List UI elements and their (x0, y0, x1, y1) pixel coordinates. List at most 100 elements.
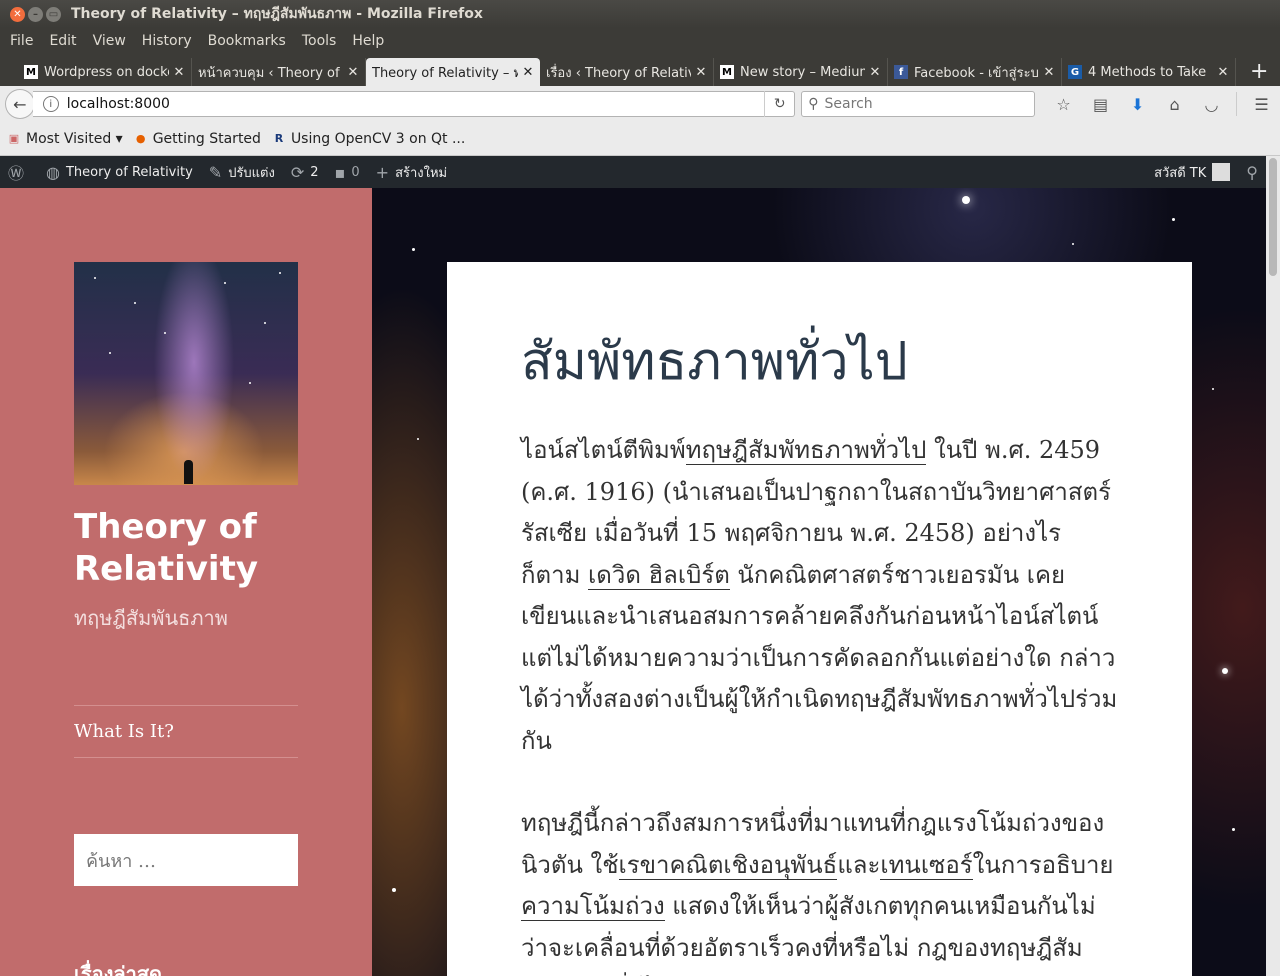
admin-new-label: สร้างใหม่ (395, 165, 448, 181)
url-bar[interactable]: i localhost:8000 ↻ (32, 91, 796, 117)
navigation-bar: ← i localhost:8000 ↻ ⚲ Search ☆ ▤ ⬇ ⌂ ◡ … (0, 86, 1280, 122)
link-tensor[interactable]: เทนเซอร์ (880, 850, 973, 880)
admin-comments-count: 0 (351, 164, 360, 180)
tab-theory-of-relativity[interactable]: Theory of Relativity – ทฤษ ✕ (366, 58, 540, 86)
hamburger-menu-icon[interactable]: ☰ (1243, 95, 1280, 114)
link-differential-geometry[interactable]: เรขาคณิตเชิงอนุพันธ์ (618, 850, 838, 880)
bookmark-label: Most Visited ▾ (26, 130, 123, 147)
recent-posts-heading: เรื่องล่าสุด (74, 962, 163, 976)
sidebar-search-input[interactable]: ค้นหา … (74, 834, 298, 886)
page-content: Theory of Relativity ทฤษฎีสัมพันธภาพ Wha… (0, 188, 1266, 976)
tab-facebook[interactable]: f Facebook - เข้าสู่ระบบ ✕ (888, 58, 1062, 86)
menu-view[interactable]: View (85, 33, 134, 49)
site-title[interactable]: Theory of Relativity (74, 506, 334, 590)
search-input[interactable]: ⚲ Search (801, 91, 1036, 117)
reader-list-icon[interactable]: ▤ (1082, 95, 1119, 114)
close-tab-icon[interactable]: ✕ (522, 65, 534, 80)
tab-title: Wordpress on docker (44, 64, 169, 80)
sidebar: Theory of Relativity ทฤษฎีสัมพันธภาพ Wha… (0, 188, 372, 976)
admin-updates[interactable]: ⟳ 2 (283, 156, 327, 188)
tab-4-methods[interactable]: G 4 Methods to Take ✕ (1062, 58, 1236, 86)
close-window-icon[interactable]: ✕ (10, 6, 25, 22)
admin-updates-count: 2 (310, 164, 319, 180)
menu-bookmarks[interactable]: Bookmarks (200, 33, 294, 49)
admin-account[interactable]: สวัสดี TK (1146, 156, 1238, 188)
tab-medium-new-story[interactable]: M New story – Medium ✕ (714, 58, 888, 86)
download-icon[interactable]: ⬇ (1119, 95, 1156, 114)
wordpress-icon: Ⓦ (8, 164, 25, 183)
search-icon: ⚲ (808, 96, 819, 112)
person-silhouette (184, 460, 193, 484)
site-icon: G (1068, 65, 1082, 79)
article-body: ไอน์สไตน์ตีพิมพ์ทฤษฎีสัมพัทธภาพทั่วไป ใน… (521, 430, 1118, 976)
tab-posts[interactable]: เรื่อง ‹ Theory of Relativity ✕ (540, 58, 714, 86)
wordpress-logo[interactable]: Ⓦ (0, 156, 38, 188)
link-david-hilbert[interactable]: เดวิด ฮิลเบิร์ต (588, 560, 730, 590)
tab-title: 4 Methods to Take (1088, 64, 1207, 80)
avatar (1212, 163, 1231, 181)
tab-title: New story – Medium (740, 64, 865, 80)
link-general-relativity[interactable]: ทฤษฎีสัมพัทธภาพทั่วไป (685, 436, 927, 465)
reload-icon[interactable]: ↻ (764, 91, 794, 117)
page-title: สัมพัทธภาพทั่วไป (521, 332, 908, 392)
text-segment: ในการอธิบาย (972, 850, 1114, 879)
menu-help[interactable]: Help (344, 33, 392, 49)
menu-history[interactable]: History (134, 33, 200, 49)
page-scrollbar[interactable] (1266, 156, 1280, 976)
admin-customize[interactable]: ✎ ปรับแต่ง (201, 156, 283, 188)
new-tab-icon[interactable]: + (1250, 58, 1268, 86)
admin-greeting: สวัสดี TK (1154, 165, 1207, 181)
plus-icon: + (375, 162, 390, 182)
close-tab-icon[interactable]: ✕ (695, 65, 707, 80)
back-arrow-icon[interactable]: ← (5, 89, 35, 119)
text-segment: และ (837, 850, 881, 879)
wp-admin-bar: Ⓦ ◍ Theory of Relativity ✎ ปรับแต่ง ⟳ 2 … (0, 156, 1266, 188)
admin-comments[interactable]: ▪ 0 (327, 156, 368, 188)
window-titlebar: ✕ – ▭ Theory of Relativity – ทฤษฎีสัมพัน… (0, 0, 1280, 28)
close-tab-icon[interactable]: ✕ (1043, 65, 1055, 80)
close-tab-icon[interactable]: ✕ (869, 65, 881, 80)
paragraph-2: ทฤษฎีนี้กล่าวถึงสมการหนึ่งที่มาแทนที่กฎแ… (521, 803, 1118, 976)
scrollbar-thumb[interactable] (1269, 158, 1277, 276)
toolbar-divider (1236, 92, 1238, 116)
search-placeholder: Search (824, 96, 873, 112)
maximize-window-icon[interactable]: ▭ (46, 6, 61, 22)
link-gravity[interactable]: ความโน้มถ่วง (521, 892, 665, 921)
close-tab-icon[interactable]: ✕ (347, 65, 359, 80)
medium-icon: M (720, 65, 734, 79)
comment-icon: ▪ (334, 162, 346, 182)
bookmark-most-visited[interactable]: ▣ Most Visited ▾ (6, 131, 123, 147)
admin-search[interactable]: ⚲ (1238, 156, 1266, 188)
close-tab-icon[interactable]: ✕ (173, 65, 185, 80)
close-tab-icon[interactable]: ✕ (1217, 65, 1229, 80)
sidebar-item-what-is-it[interactable]: What Is It? (74, 721, 174, 742)
menu-bar: File Edit View History Bookmarks Tools H… (0, 28, 1280, 54)
tab-wordpress-docker[interactable]: M Wordpress on docker ✕ (18, 58, 192, 86)
tab-title: เรื่อง ‹ Theory of Relativity (546, 65, 691, 81)
bookmarks-toolbar: ▣ Most Visited ▾ ● Getting Started R Usi… (0, 122, 1280, 156)
search-icon: ⚲ (1246, 162, 1258, 182)
menu-file[interactable]: File (2, 33, 41, 49)
dashboard-icon: ◍ (46, 162, 60, 182)
url-text[interactable]: localhost:8000 (67, 96, 765, 112)
bookmark-star-icon[interactable]: ☆ (1045, 95, 1082, 114)
toolbar-icons: ☆ ▤ ⬇ ⌂ ◡ ☰ (1045, 92, 1280, 116)
tab-dashboard[interactable]: หน้าควบคุม ‹ Theory of ✕ (192, 58, 366, 86)
admin-customize-label: ปรับแต่ง (228, 165, 275, 181)
menu-edit[interactable]: Edit (41, 33, 84, 49)
pocket-icon[interactable]: ◡ (1193, 95, 1230, 114)
sidebar-nav: What Is It? (74, 705, 298, 758)
menu-tools[interactable]: Tools (294, 33, 345, 49)
tab-strip: M Wordpress on docker ✕ หน้าควบคุม ‹ The… (0, 54, 1280, 86)
home-icon[interactable]: ⌂ (1156, 95, 1193, 114)
tab-title: Theory of Relativity – ทฤษ (372, 65, 518, 81)
update-icon: ⟳ (290, 162, 305, 182)
admin-site-label: Theory of Relativity (65, 164, 193, 180)
site-description: ทฤษฎีสัมพันธภาพ (74, 606, 228, 630)
admin-site-name[interactable]: ◍ Theory of Relativity (38, 156, 201, 188)
info-icon[interactable]: i (42, 96, 59, 112)
admin-new[interactable]: + สร้างใหม่ (368, 156, 455, 188)
minimize-window-icon[interactable]: – (28, 6, 43, 22)
bookmark-opencv[interactable]: R Using OpenCV 3 on Qt ... (271, 131, 466, 147)
bookmark-getting-started[interactable]: ● Getting Started (133, 131, 261, 147)
